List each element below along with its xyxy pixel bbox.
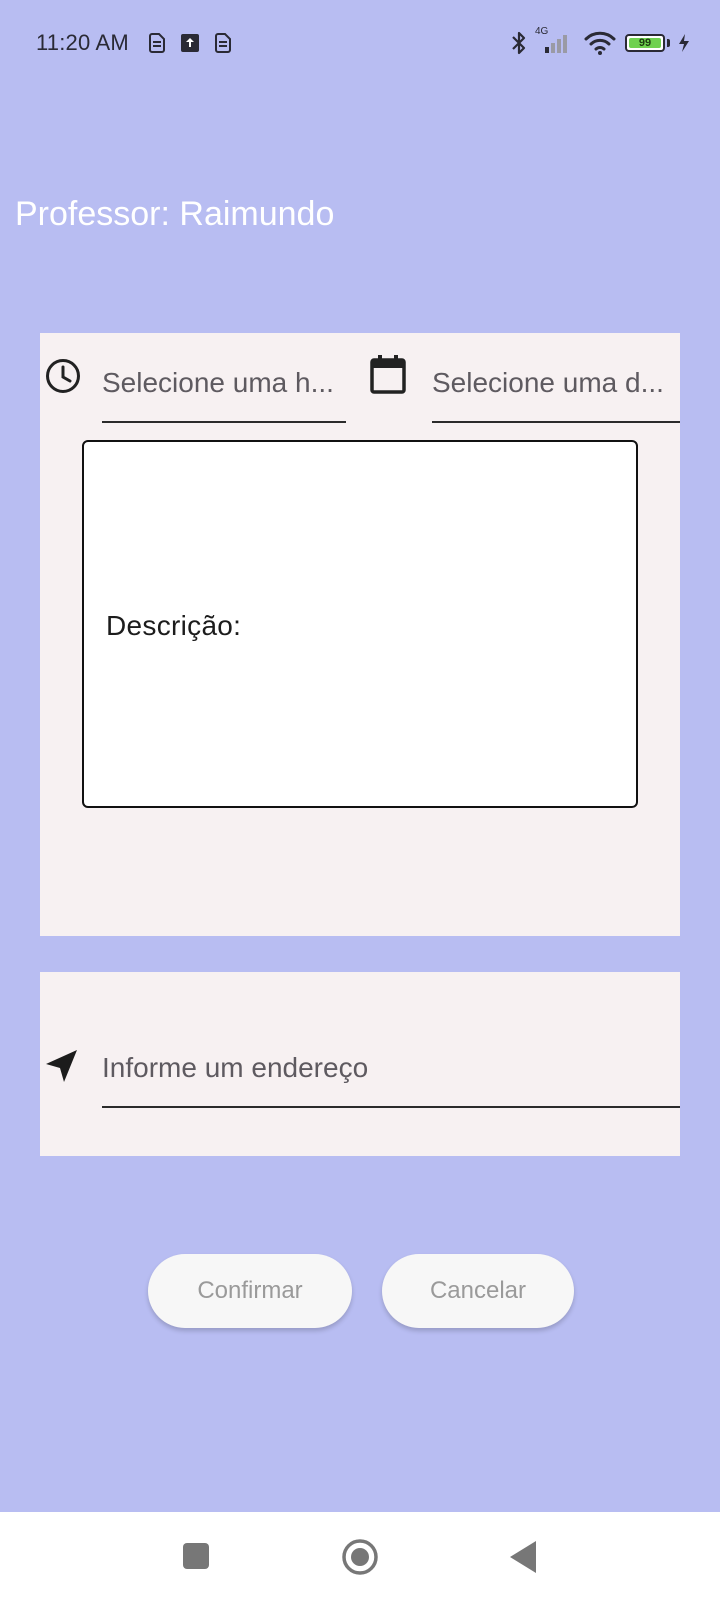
navigation-arrow-icon [46, 1050, 77, 1082]
date-input[interactable]: Selecione uma d... [432, 333, 680, 423]
upload-icon [181, 34, 199, 52]
address-input[interactable]: Informe um endereço [102, 1012, 680, 1108]
recents-square-icon[interactable] [182, 1542, 210, 1570]
battery-level: 99 [638, 37, 652, 49]
bluetooth-icon [512, 31, 526, 55]
sim-card-icon [149, 33, 165, 53]
home-circle-icon[interactable] [341, 1538, 379, 1576]
date-input-placeholder: Selecione uma d... [432, 367, 664, 398]
charging-icon [679, 34, 689, 52]
battery-icon: 99 [625, 34, 665, 52]
status-notification-icons [148, 32, 232, 54]
description-label: Descrição: [106, 610, 242, 641]
back-triangle-icon[interactable] [508, 1540, 538, 1574]
sim-card-icon [215, 33, 231, 53]
navigation-bar [0, 1512, 720, 1600]
cancel-button[interactable]: Cancelar [382, 1254, 574, 1328]
status-time: 11:20 AM [36, 30, 129, 55]
address-input-placeholder: Informe um endereço [102, 1052, 369, 1083]
page-title: Professor: Raimundo [15, 195, 335, 233]
status-bar: 11:20 AM 4G 99 [0, 0, 720, 90]
calendar-icon[interactable] [368, 354, 408, 396]
status-system-icons: 4G 99 [511, 26, 690, 56]
confirm-button[interactable]: Confirmar [148, 1254, 352, 1328]
description-textarea[interactable]: Descrição: [82, 440, 638, 808]
time-input[interactable]: Selecione uma h... [102, 333, 346, 423]
cellular-4g-icon: 4G [535, 26, 575, 56]
clock-icon [46, 359, 80, 393]
time-input-placeholder: Selecione uma h... [102, 367, 334, 398]
wifi-icon [584, 31, 616, 55]
address-card: Informe um endereço [40, 972, 680, 1156]
schedule-card: Selecione uma h... Selecione uma d... De… [40, 333, 680, 936]
